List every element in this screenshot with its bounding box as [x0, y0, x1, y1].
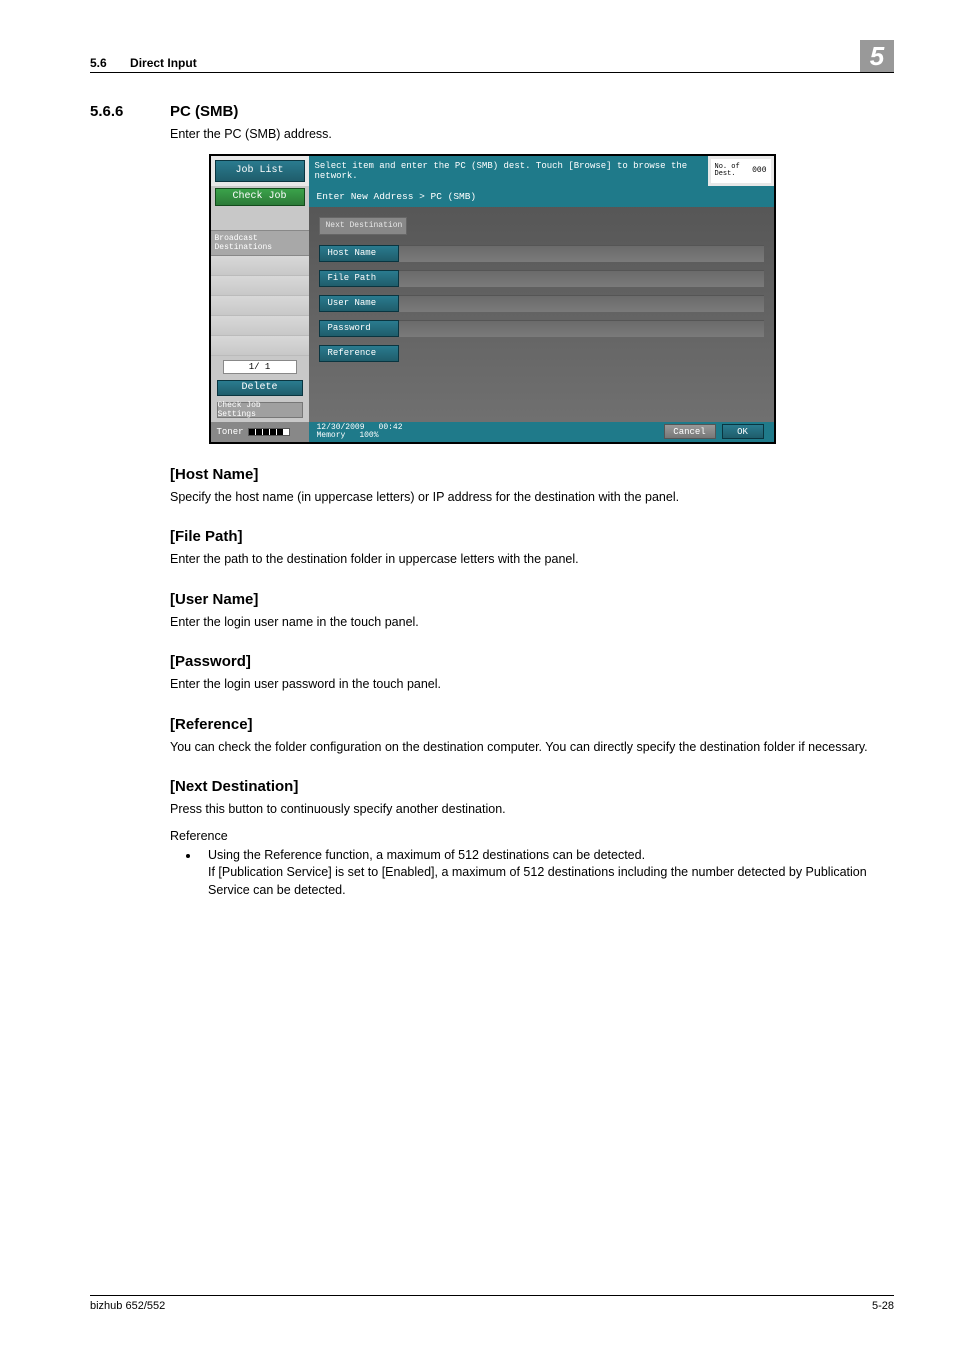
list-item: [211, 336, 309, 356]
bullet-line-2: If [Publication Service] is set to [Enab…: [208, 865, 867, 897]
chapter-badge: 5: [860, 40, 894, 72]
memory-value: 100%: [359, 432, 378, 440]
memory-label: Memory: [317, 432, 346, 440]
subhead-reference: [Reference]: [170, 716, 894, 733]
section-number: 5.6.6: [90, 103, 170, 120]
subhead-host-name: [Host Name]: [170, 466, 894, 483]
instruction-message: Select item and enter the PC (SMB) dest.…: [309, 156, 708, 186]
host-name-button[interactable]: Host Name: [319, 245, 399, 262]
text-reference: You can check the folder configuration o…: [170, 739, 894, 757]
datetime-memory: 12/30/2009 00:42 Memory 100%: [309, 422, 664, 442]
user-name-value: [399, 295, 764, 312]
file-path-button[interactable]: File Path: [319, 270, 399, 287]
dest-counter-value: 000: [752, 166, 766, 175]
toner-label: Toner: [217, 427, 244, 437]
next-destination-button[interactable]: Next Destination: [319, 217, 407, 235]
page-footer: bizhub 652/552 5-28: [90, 1295, 894, 1312]
time-value: 00:42: [379, 424, 403, 432]
list-item: Using the Reference function, a maximum …: [200, 847, 894, 900]
pager: 1/ 1: [223, 360, 297, 374]
toner-indicator: Toner: [211, 422, 309, 442]
cancel-button[interactable]: Cancel: [664, 424, 716, 439]
file-path-value: [399, 270, 764, 287]
dest-counter-label: No. of Dest.: [715, 164, 753, 178]
check-job-settings-button[interactable]: Check Job Settings: [217, 402, 303, 418]
header-section-num: 5.6: [90, 56, 107, 70]
page-header: 5.6 Direct Input 5: [90, 40, 894, 73]
password-value: [399, 320, 764, 337]
broadcast-destinations-label: Broadcast Destinations: [211, 230, 309, 256]
reference-bullets: Using the Reference function, a maximum …: [200, 847, 894, 900]
list-item: [211, 256, 309, 276]
host-name-value: [399, 245, 764, 262]
subhead-password: [Password]: [170, 653, 894, 670]
subhead-next-destination: [Next Destination]: [170, 778, 894, 795]
main-area: Enter New Address > PC (SMB) Next Destin…: [309, 186, 774, 422]
subhead-user-name: [User Name]: [170, 591, 894, 608]
text-password: Enter the login user password in the tou…: [170, 676, 894, 694]
text-user-name: Enter the login user name in the touch p…: [170, 614, 894, 632]
reference-label: Reference: [170, 829, 894, 843]
section-title: PC (SMB): [170, 103, 238, 120]
sidebar: Check Job Broadcast Destinations 1/ 1 De…: [211, 186, 309, 422]
bullet-line-1: Using the Reference function, a maximum …: [208, 848, 645, 862]
toner-bar-icon: [248, 428, 290, 436]
delete-button[interactable]: Delete: [217, 380, 303, 396]
password-button[interactable]: Password: [319, 320, 399, 337]
footer-right: 5-28: [872, 1300, 894, 1312]
subhead-file-path: [File Path]: [170, 528, 894, 545]
touch-panel-screenshot: Job List Select item and enter the PC (S…: [90, 154, 894, 444]
section-intro: Enter the PC (SMB) address.: [170, 126, 894, 144]
job-list-button[interactable]: Job List: [215, 160, 305, 182]
dest-counter: No. of Dest. 000: [711, 159, 771, 183]
text-next-destination: Press this button to continuously specif…: [170, 801, 894, 819]
user-name-button[interactable]: User Name: [319, 295, 399, 312]
list-item: [211, 276, 309, 296]
list-item: [211, 316, 309, 336]
breadcrumb: Enter New Address > PC (SMB): [309, 186, 774, 207]
footer-left: bizhub 652/552: [90, 1300, 165, 1312]
header-section-title: Direct Input: [130, 56, 197, 70]
header-left: 5.6 Direct Input: [90, 56, 197, 70]
section-heading: 5.6.6 PC (SMB): [90, 103, 894, 120]
check-job-button[interactable]: Check Job: [215, 188, 305, 206]
text-host-name: Specify the host name (in uppercase lett…: [170, 489, 894, 507]
reference-button[interactable]: Reference: [319, 345, 399, 362]
text-file-path: Enter the path to the destination folder…: [170, 551, 894, 569]
list-item: [211, 296, 309, 316]
ok-button[interactable]: OK: [722, 424, 764, 439]
